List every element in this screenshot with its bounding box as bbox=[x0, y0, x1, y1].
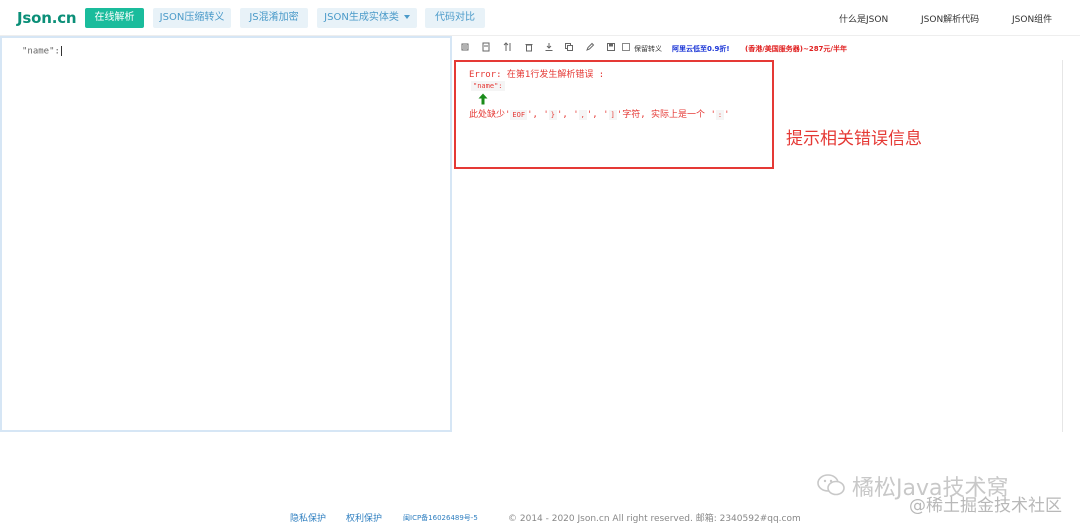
site-logo[interactable]: Json.cn bbox=[17, 9, 77, 27]
delete-icon[interactable] bbox=[524, 42, 534, 52]
top-navbar: Json.cn 在线解析 JSON压缩转义 JS混淆加密 JSON生成实体类 代… bbox=[0, 0, 1080, 36]
arrow-up-icon bbox=[478, 93, 488, 105]
error-annotation-text: 提示相关错误信息 bbox=[786, 129, 922, 149]
text-cursor bbox=[60, 46, 62, 56]
error-message-box: Error: 在第1行发生解析错误 : "name": 此处缺少' EOF ', '… bbox=[454, 60, 774, 169]
list-icon[interactable] bbox=[460, 42, 470, 52]
footer-copyright: © 2014 - 2020 Json.cn All right reserved… bbox=[508, 514, 801, 524]
copy-icon[interactable] bbox=[564, 42, 574, 52]
document-icon[interactable] bbox=[481, 42, 491, 52]
chevron-down-icon bbox=[403, 15, 410, 19]
watermark-subtitle: @稀土掘金技术社区 bbox=[909, 496, 1062, 516]
nav-online-parse[interactable]: 在线解析 bbox=[85, 8, 144, 28]
sort-icon[interactable] bbox=[503, 42, 513, 52]
link-json-components[interactable]: JSON组件 bbox=[1012, 12, 1052, 25]
token-actual: : bbox=[715, 110, 725, 120]
edit-icon[interactable] bbox=[585, 42, 595, 52]
link-what-is-json[interactable]: 什么是JSON bbox=[839, 12, 888, 25]
link-json-parse-code[interactable]: JSON解析代码 bbox=[921, 12, 979, 25]
ad-server-link[interactable]: (香港/美国服务器)~287元/半年 bbox=[745, 44, 847, 54]
keep-escape-checkbox[interactable] bbox=[622, 43, 630, 51]
error-snippet: "name": bbox=[471, 81, 505, 91]
keep-escape-label: 保留转义 bbox=[634, 45, 662, 53]
ad-aliyun-link[interactable]: 阿里云低至0.9折! bbox=[672, 44, 730, 54]
json-input-editor[interactable]: "name": bbox=[0, 36, 452, 432]
token-brace: } bbox=[548, 110, 557, 120]
footer-icp-link[interactable]: 闽ICP备16026489号-5 bbox=[403, 513, 478, 523]
token-eof: EOF bbox=[510, 110, 528, 120]
wechat-icon bbox=[817, 474, 845, 496]
token-comma: , bbox=[578, 110, 587, 120]
download-icon[interactable] bbox=[544, 42, 554, 52]
error-detail: 此处缺少' EOF ', '} ', ', ', '] '字符, 实际上是一个 ': ' bbox=[469, 110, 730, 120]
editor-content: "name": bbox=[22, 46, 62, 57]
nav-json-compress[interactable]: JSON压缩转义 bbox=[153, 8, 231, 28]
result-panel-border bbox=[1062, 60, 1063, 432]
token-bracket: ] bbox=[608, 110, 617, 120]
nav-json-entity-label: JSON生成实体类 bbox=[324, 12, 399, 23]
save-icon[interactable] bbox=[606, 42, 616, 52]
footer-privacy-link[interactable]: 隐私保护 bbox=[290, 511, 326, 524]
error-title: Error: 在第1行发生解析错误 : bbox=[469, 70, 605, 80]
footer-rights-link[interactable]: 权利保护 bbox=[346, 511, 382, 524]
nav-json-entity-dropdown[interactable]: JSON生成实体类 bbox=[317, 8, 417, 28]
nav-js-obfuscate[interactable]: JS混淆加密 bbox=[240, 8, 308, 28]
nav-code-compare[interactable]: 代码对比 bbox=[425, 8, 485, 28]
